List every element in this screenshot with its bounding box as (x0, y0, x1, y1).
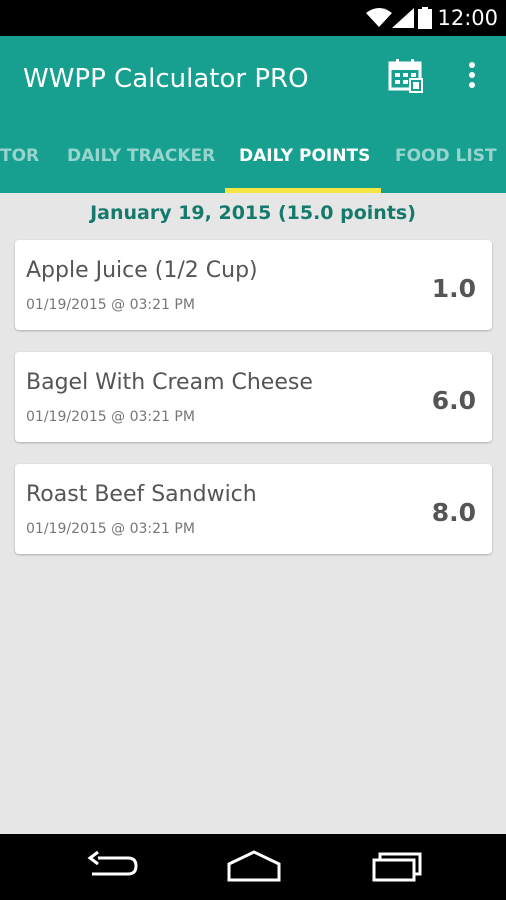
food-entry-card[interactable]: Apple Juice (1/2 Cup) 01/19/2015 @ 03:21… (15, 240, 492, 330)
food-entry-card[interactable]: Bagel With Cream Cheese 01/19/2015 @ 03:… (15, 352, 492, 442)
food-entry-points: 6.0 (431, 386, 476, 415)
tab-bar: TOR DAILY TRACKER DAILY POINTS FOOD LIST (0, 136, 506, 193)
tab-daily-tracker[interactable]: DAILY TRACKER (67, 146, 215, 166)
food-entry-points: 1.0 (431, 274, 476, 303)
back-icon[interactable] (86, 848, 138, 884)
navigation-bar (0, 834, 506, 900)
food-entry-name: Bagel With Cream Cheese (26, 370, 313, 395)
app-title: WWPP Calculator PRO (23, 64, 309, 94)
status-bar: 12:00 (0, 0, 506, 36)
app-bar: WWPP Calculator PRO TOR DAILY TRACKER DA… (0, 36, 506, 193)
food-entry-name: Roast Beef Sandwich (26, 482, 257, 507)
battery-icon (418, 7, 432, 29)
food-entry-name: Apple Juice (1/2 Cup) (26, 258, 258, 283)
tab-food-list[interactable]: FOOD LIST (395, 146, 497, 166)
food-entry-timestamp: 01/19/2015 @ 03:21 PM (26, 409, 195, 425)
tab-indicator (225, 188, 381, 193)
more-vert-icon[interactable] (462, 60, 482, 90)
home-icon[interactable] (225, 848, 283, 884)
date-header: January 19, 2015 (15.0 points) (90, 202, 416, 224)
food-entry-timestamp: 01/19/2015 @ 03:21 PM (26, 297, 195, 313)
food-entry-card[interactable]: Roast Beef Sandwich 01/19/2015 @ 03:21 P… (15, 464, 492, 554)
wifi-icon (366, 8, 392, 27)
status-time: 12:00 (437, 6, 498, 30)
food-entry-points: 8.0 (431, 498, 476, 527)
signal-icon (392, 8, 414, 28)
tab-daily-points[interactable]: DAILY POINTS (239, 146, 370, 166)
calendar-icon[interactable] (388, 58, 424, 94)
tab-calculator[interactable]: TOR (0, 146, 39, 166)
food-entry-timestamp: 01/19/2015 @ 03:21 PM (26, 521, 195, 537)
recent-apps-icon[interactable] (370, 848, 424, 884)
